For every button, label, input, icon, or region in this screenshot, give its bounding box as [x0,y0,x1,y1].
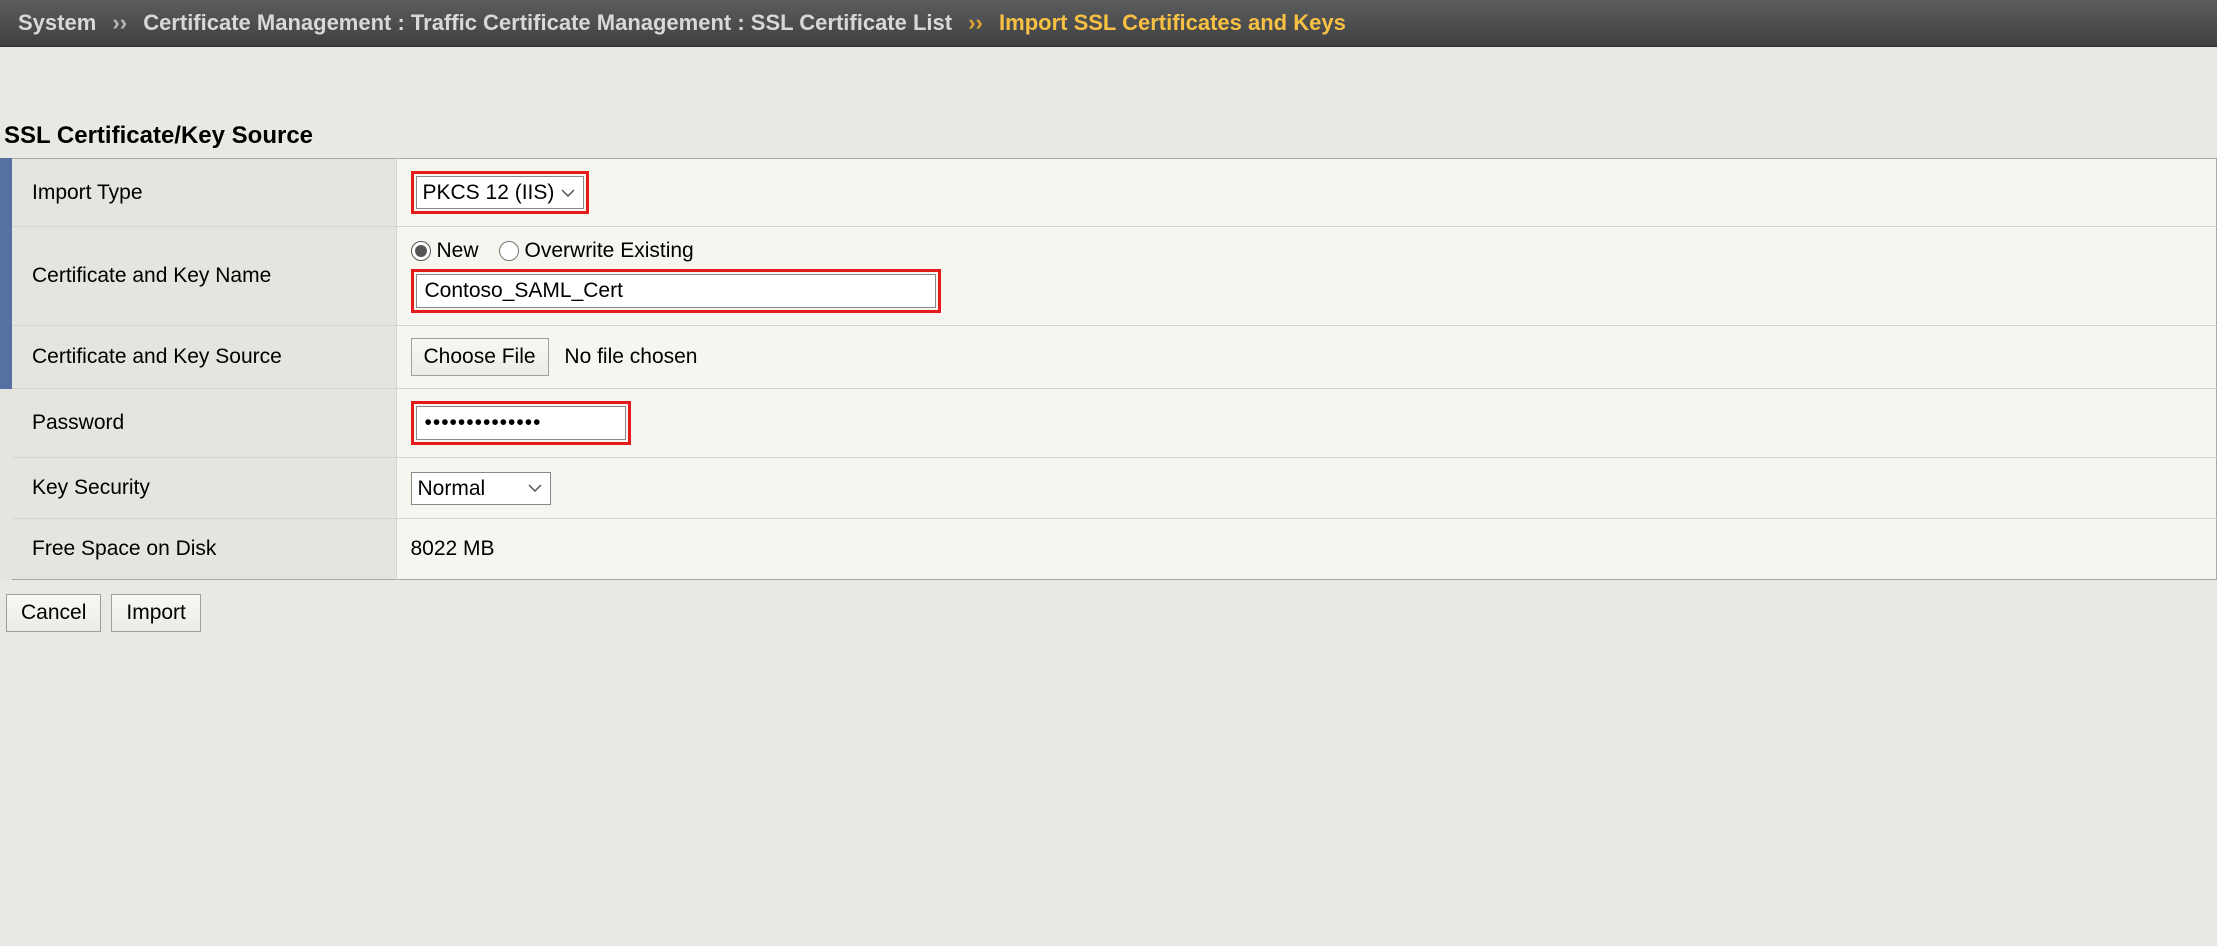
row-cert-key-source: Certificate and Key Source Choose File N… [6,326,2217,389]
free-space-value: 8022 MB [396,519,2217,580]
import-button[interactable]: Import [111,594,201,632]
radio-new-label[interactable]: New [437,239,479,263]
password-input[interactable] [416,406,626,440]
highlight-password [411,401,631,445]
radio-overwrite[interactable] [499,241,519,261]
radio-overwrite-label[interactable]: Overwrite Existing [525,239,694,263]
label-cert-key-source: Certificate and Key Source [6,326,396,389]
label-key-security: Key Security [6,458,396,519]
cancel-button[interactable]: Cancel [6,594,101,632]
row-free-space: Free Space on Disk 8022 MB [6,519,2217,580]
highlight-import-type: PKCS 12 (IIS) [411,171,589,214]
ssl-source-form: Import Type PKCS 12 (IIS) Certificate an… [0,158,2217,580]
breadcrumb-separator-icon: ›› [968,10,983,35]
radio-new[interactable] [411,241,431,261]
label-cert-key-name: Certificate and Key Name [6,227,396,326]
choose-file-button[interactable]: Choose File [411,338,549,376]
highlight-cert-name [411,269,941,313]
row-import-type: Import Type PKCS 12 (IIS) [6,159,2217,227]
breadcrumb-root[interactable]: System [18,10,96,35]
section-title: SSL Certificate/Key Source [4,122,2217,150]
cert-key-name-input[interactable] [416,274,936,308]
label-free-space: Free Space on Disk [6,519,396,580]
row-password: Password [6,389,2217,458]
breadcrumb: System ›› Certificate Management : Traff… [0,0,2217,47]
file-status-text: No file chosen [564,345,697,368]
label-password: Password [6,389,396,458]
row-cert-key-name: Certificate and Key Name New Overwrite E… [6,227,2217,326]
key-security-select[interactable]: Normal [411,472,551,505]
row-key-security: Key Security Normal [6,458,2217,519]
footer-button-bar: Cancel Import [0,580,2217,646]
import-type-select[interactable]: PKCS 12 (IIS) [416,176,584,209]
breadcrumb-separator-icon: ›› [112,10,127,35]
breadcrumb-current: Import SSL Certificates and Keys [999,10,1346,35]
label-import-type: Import Type [6,159,396,227]
breadcrumb-path[interactable]: Certificate Management : Traffic Certifi… [143,10,952,35]
